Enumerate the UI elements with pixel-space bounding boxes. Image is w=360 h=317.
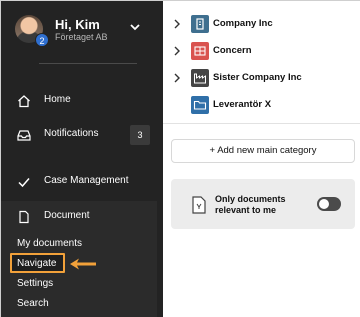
nav-item-document[interactable]: Document	[1, 203, 163, 231]
relevance-filter-card: Only documents relevant to me	[171, 179, 355, 229]
home-icon	[18, 95, 30, 108]
nav-item-home[interactable]: Home	[1, 87, 163, 115]
tree-row-concern[interactable]: Concern	[163, 40, 360, 62]
submenu-item-search[interactable]: Search	[17, 298, 49, 309]
main-panel: Company Inc Concern Sister Company Inc L…	[163, 1, 360, 317]
chevron-down-icon[interactable]	[129, 21, 141, 33]
nav-label-case-management: Case Management	[44, 175, 129, 186]
document-filter-icon	[192, 196, 206, 214]
nav-item-case-management[interactable]: Case Management	[1, 168, 163, 196]
profile-header[interactable]: 2 Hi, Kim Företaget AB	[15, 15, 155, 51]
tree-row-sister-company[interactable]: Sister Company Inc	[163, 67, 360, 89]
profile-company: Företaget AB	[55, 32, 108, 42]
tree-row-company-inc[interactable]: Company Inc	[163, 13, 360, 35]
filter-label: Only documents relevant to me	[215, 194, 286, 215]
profile-greeting: Hi, Kim	[55, 17, 100, 32]
profile-divider	[39, 63, 137, 64]
submenu-item-my-documents[interactable]: My documents	[17, 238, 82, 249]
inbox-icon	[17, 130, 31, 141]
checkmark-icon	[18, 178, 30, 188]
relevance-toggle[interactable]	[317, 197, 341, 211]
section-divider	[163, 123, 360, 124]
submenu-item-settings[interactable]: Settings	[17, 278, 53, 289]
building-icon	[191, 15, 209, 33]
folder-icon	[191, 96, 209, 114]
nav-label-document: Document	[44, 210, 90, 221]
document-icon	[19, 210, 29, 224]
pointer-arrow-icon	[70, 258, 96, 270]
tree-label: Leverantör X	[213, 99, 272, 110]
nav-label-home: Home	[44, 94, 71, 105]
submenu-item-navigate[interactable]: Navigate	[17, 258, 56, 269]
notifications-count-badge: 3	[130, 125, 150, 145]
chevron-right-icon[interactable]	[173, 18, 181, 30]
tree-label: Company Inc	[213, 18, 273, 29]
chevron-right-icon[interactable]	[173, 72, 181, 84]
factory-icon	[191, 69, 209, 87]
chevron-right-icon[interactable]	[173, 45, 181, 57]
add-main-category-button[interactable]: + Add new main category	[171, 139, 355, 163]
grid-icon	[191, 42, 209, 60]
tree-row-leverantor-x[interactable]: Leverantör X	[163, 94, 360, 116]
tree-label: Sister Company Inc	[213, 72, 302, 83]
nav-label-notifications: Notifications	[44, 128, 99, 139]
tree-label: Concern	[213, 45, 252, 56]
avatar-badge: 2	[35, 33, 49, 47]
add-main-category-label: Add new main category	[217, 145, 317, 156]
toggle-knob	[319, 199, 329, 209]
